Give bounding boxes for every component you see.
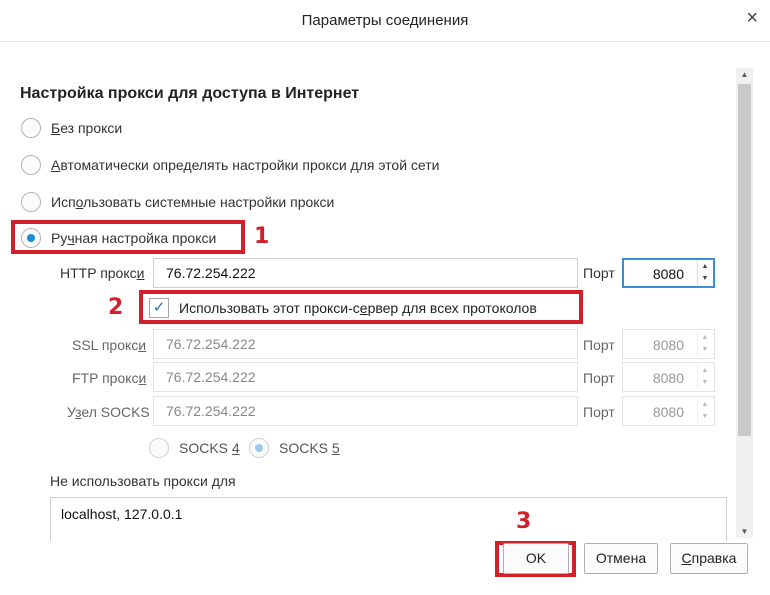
radio-label-system-proxy: Использовать системные настройки прокси (51, 194, 335, 210)
socks-port-value: 8080 (652, 404, 684, 420)
http-proxy-input[interactable]: 76.72.254.222 (153, 258, 578, 288)
step3-number: 3 (516, 509, 532, 534)
spin-down-icon[interactable]: ▼ (698, 411, 712, 423)
radio-button[interactable] (21, 192, 41, 212)
ssl-proxy-label: SSL прокси (72, 337, 147, 353)
scroll-down-icon[interactable]: ▼ (736, 527, 753, 536)
ftp-proxy-label: FTP прокси (72, 370, 147, 386)
use-for-all-protocols-label: Использовать этот прокси-сервер для всех… (179, 300, 537, 316)
radio-system-proxy[interactable]: Использовать системные настройки прокси (21, 192, 334, 212)
socks-port-input[interactable]: 8080 ▲ ▼ (622, 396, 715, 426)
ssl-port-value: 8080 (652, 337, 684, 353)
spin-up-icon[interactable]: ▲ (698, 332, 712, 344)
help-button[interactable]: Справка (670, 543, 748, 574)
proxy-settings-heading: Настройка прокси для доступа в Интернет (20, 85, 360, 102)
radio-button-checked[interactable] (249, 438, 269, 458)
spin-down-icon[interactable]: ▼ (698, 344, 712, 356)
ftp-port-value: 8080 (652, 370, 684, 386)
port-spinner[interactable]: ▲ ▼ (697, 332, 712, 356)
cancel-button[interactable]: Отмена (584, 543, 658, 574)
radio-button[interactable] (21, 118, 41, 138)
http-proxy-label: HTTP прокси (60, 265, 145, 281)
radio-socks4[interactable]: SOCKS 4 (149, 438, 240, 458)
socks-host-input[interactable]: 76.72.254.222 (153, 396, 578, 426)
ftp-port-input[interactable]: 8080 ▲ ▼ (622, 362, 715, 392)
scroll-up-icon[interactable]: ▲ (736, 70, 753, 79)
ftp-port-label: Порт (583, 370, 615, 386)
vertical-scrollbar[interactable]: ▲ ▼ (736, 68, 753, 538)
http-port-input[interactable]: 8080 ▲ ▼ (622, 258, 715, 288)
close-icon[interactable]: × (746, 8, 758, 28)
port-spinner[interactable]: ▲ ▼ (697, 399, 712, 423)
socks-host-label: Узел SOCKS (67, 404, 150, 420)
ftp-proxy-input[interactable]: 76.72.254.222 (153, 362, 578, 392)
radio-manual-proxy[interactable]: Ручная настройка прокси (21, 228, 216, 248)
socks-port-label: Порт (583, 404, 615, 420)
step2-number: 2 (108, 295, 124, 320)
spin-down-icon[interactable]: ▼ (698, 273, 712, 285)
radio-label-socks4: SOCKS 4 (179, 440, 240, 456)
ssl-port-input[interactable]: 8080 ▲ ▼ (622, 329, 715, 359)
radio-label-auto-detect: Автоматически определять настройки прокс… (51, 157, 440, 173)
ssl-port-label: Порт (583, 337, 615, 353)
ssl-proxy-input[interactable]: 76.72.254.222 (153, 329, 578, 359)
checkbox-checked-icon[interactable]: ✓ (149, 298, 169, 318)
radio-label-manual-proxy: Ручная настройка прокси (51, 230, 217, 246)
dialog-title: Параметры соединения (301, 12, 469, 29)
radio-button[interactable] (149, 438, 169, 458)
spin-down-icon[interactable]: ▼ (698, 377, 712, 389)
no-proxy-for-label: Не использовать прокси для (50, 473, 236, 489)
dialog-titlebar: Параметры соединения × (0, 0, 770, 42)
spin-up-icon[interactable]: ▲ (698, 365, 712, 377)
radio-auto-detect[interactable]: Автоматически определять настройки прокс… (21, 155, 440, 175)
radio-socks5[interactable]: SOCKS 5 (249, 438, 340, 458)
port-spinner[interactable]: ▲ ▼ (697, 365, 712, 389)
scroll-thumb[interactable] (738, 84, 751, 436)
radio-button-checked[interactable] (21, 228, 41, 248)
spin-up-icon[interactable]: ▲ (698, 399, 712, 411)
no-proxy-textarea[interactable]: localhost, 127.0.0.1 (50, 497, 727, 541)
port-spinner[interactable]: ▲ ▼ (697, 261, 712, 285)
spin-up-icon[interactable]: ▲ (698, 261, 712, 273)
radio-button[interactable] (21, 155, 41, 175)
http-port-value: 8080 (652, 266, 684, 282)
radio-no-proxy[interactable]: Без прокси (21, 118, 122, 138)
radio-label-no-proxy: Без прокси (51, 120, 123, 136)
use-for-all-protocols-checkbox-row[interactable]: ✓ Использовать этот прокси-сервер для вс… (149, 298, 537, 318)
step1-number: 1 (254, 224, 270, 249)
radio-label-socks5: SOCKS 5 (279, 440, 340, 456)
ok-button[interactable]: OK (503, 543, 569, 574)
http-port-label: Порт (583, 265, 615, 281)
